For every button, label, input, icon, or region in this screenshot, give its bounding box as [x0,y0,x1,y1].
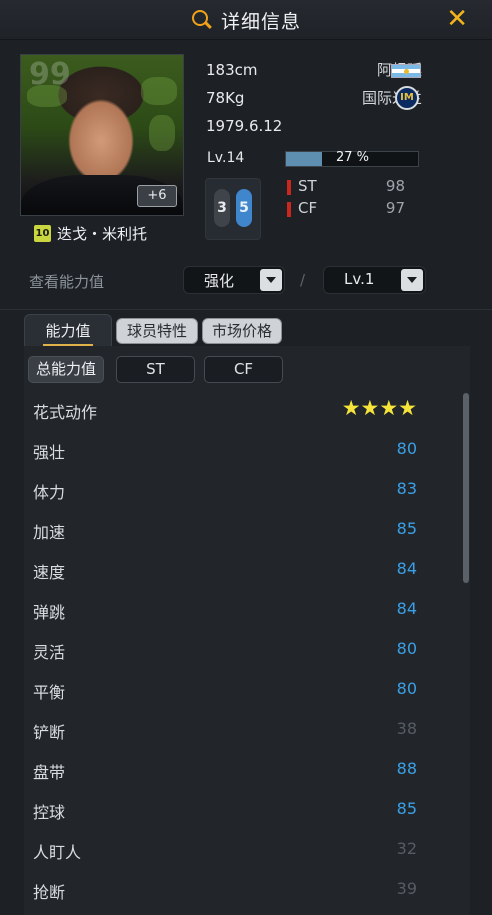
position-name: CF [298,199,318,217]
level-dropdown[interactable]: Lv.1 [323,266,426,294]
player-level: Lv.14 [207,150,245,166]
tab-market-price[interactable]: 市场价格 [202,318,282,344]
stat-value: 38 [396,719,417,738]
argentina-flag-icon [391,64,421,78]
right-foot-icon: 5 [236,189,252,227]
title-wrap: 详细信息 [0,0,492,40]
stat-label: 弹跳 [33,603,66,622]
player-name-row: 10 迭戈・米利托 [34,222,147,244]
player-name: 迭戈・米利托 [57,224,148,243]
rating-watermark: 99 [29,57,71,92]
position-marker [287,202,291,217]
scrollbar[interactable] [463,393,469,583]
stat-value: 80 [396,639,417,658]
stat-label: 速度 [33,563,66,582]
tab-player-traits[interactable]: 球员特性 [116,318,198,344]
stat-label: 铲断 [33,723,66,742]
level-progress-text: 27 % [336,150,370,165]
stat-label: 控球 [33,803,66,822]
stat-label: 强壮 [33,443,66,462]
stat-label: 抢断 [33,883,66,902]
stat-value: 32 [396,839,417,858]
level-progress-bar: 27 % [285,150,419,167]
position-rating: 98 [385,177,405,195]
search-icon [191,9,213,31]
segment-cf[interactable]: CF [204,356,283,383]
stat-value: 85 [396,799,417,818]
stat-label: 灵活 [33,643,66,662]
stat-row: 人盯人 32 [33,839,417,862]
close-icon[interactable]: ✕ [446,4,468,34]
stat-label: 花式动作 [33,403,98,422]
position-marker [287,180,291,195]
segment-st[interactable]: ST [116,356,195,383]
stat-value: 83 [396,479,417,498]
tab-label: 球员特性 [126,322,187,340]
divider [0,309,492,310]
separator: / [300,271,306,289]
club-crest-icon: IM [395,86,419,110]
position-row-cf: CF 97 [287,199,407,221]
stat-label: 体力 [33,483,66,502]
segment-label: CF [233,360,254,378]
stat-value: 80 [396,439,417,458]
stat-label: 人盯人 [33,843,82,862]
stat-row: 盘带 88 [33,759,417,782]
stat-row: 强壮 80 [33,439,417,462]
stat-row: 弹跳 84 [33,599,417,622]
tab-label: 能力值 [45,322,91,340]
segment-label: ST [146,360,165,378]
enhance-dropdown-value: 强化 [204,272,235,290]
season-badge: 10 [34,224,51,242]
stat-row: 铲断 38 [33,719,417,742]
stat-value: 84 [396,559,417,578]
stat-label: 盘带 [33,763,66,782]
header-bar: 详细信息 ✕ [0,0,492,40]
view-stats-label: 查看能力值 [29,273,105,291]
enhance-level-badge: +6 [137,185,177,207]
level-dropdown-value: Lv.1 [344,270,375,288]
stat-row: 控球 85 [33,799,417,822]
chevron-down-icon [401,269,423,291]
foot-skill-box: 3 5 [205,178,261,240]
stat-row: 加速 85 [33,519,417,542]
player-weight: 78Kg [206,89,245,107]
star-rating-icon: ★★★★ [341,396,417,420]
stat-label: 加速 [33,523,66,542]
stats-panel [24,346,470,915]
stat-value: 39 [396,879,417,898]
position-row-st: ST 98 [287,177,407,199]
segment-overall[interactable]: 总能力值 [28,356,104,383]
stat-row: 体力 83 [33,479,417,502]
tab-abilities[interactable]: 能力值 [24,314,112,346]
stat-row: 速度 84 [33,559,417,582]
stat-label: 平衡 [33,683,66,702]
player-height: 183cm [206,61,258,79]
tab-label: 市场价格 [211,322,272,340]
player-birthdate: 1979.6.12 [206,117,283,135]
stat-value: 80 [396,679,417,698]
stat-value: 84 [396,599,417,618]
level-progress-fill [286,152,322,166]
stat-row: 灵活 80 [33,639,417,662]
player-bio: 183cm 78Kg 1979.6.12 [206,60,282,144]
position-rating: 97 [385,199,405,217]
position-name: ST [298,177,317,195]
left-foot-icon: 3 [214,189,230,227]
page-title: 详细信息 [220,10,301,33]
stat-row: 平衡 80 [33,679,417,702]
stat-row: 花式动作 ★★★★ [33,396,417,422]
segment-label: 总能力值 [35,360,96,378]
enhance-dropdown[interactable]: 强化 [183,266,285,294]
player-photo: 99 +6 [20,54,184,216]
stat-value: 85 [396,519,417,538]
stat-row: 抢断 39 [33,879,417,902]
chevron-down-icon [260,269,282,291]
stat-value: 88 [396,759,417,778]
